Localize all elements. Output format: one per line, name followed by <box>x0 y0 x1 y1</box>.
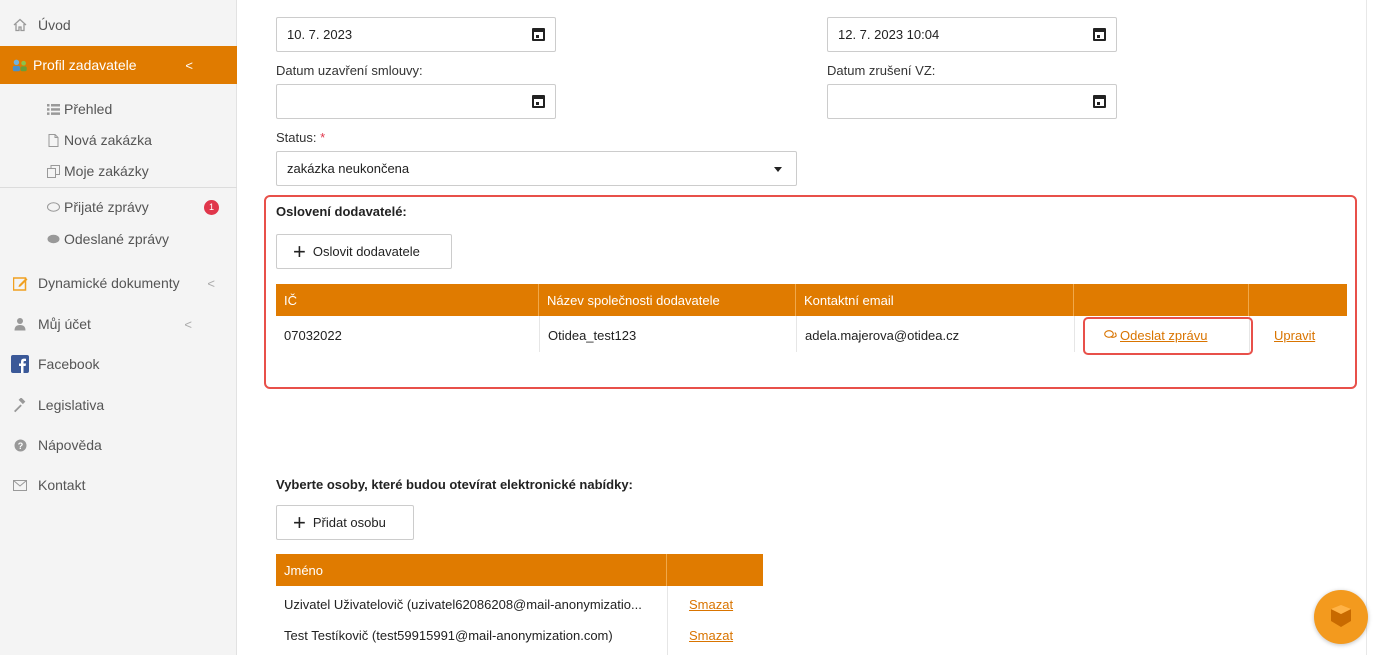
sidebar-item-dynamicke-dokumenty[interactable]: Dynamické dokumenty < <box>0 270 237 296</box>
contract-date-label: Datum uzavření smlouvy: <box>276 63 423 78</box>
openers-table-header: Jméno <box>276 554 763 586</box>
start-date-value: 10. 7. 2023 <box>287 27 353 42</box>
chevron-left-icon: < <box>184 316 192 332</box>
end-date-input[interactable]: 12. 7. 2023 10:04 <box>827 17 1117 52</box>
sidebar-item-label: Nápověda <box>38 437 102 453</box>
sidebar-item-nova-zakazka[interactable]: Nová zakázka <box>0 129 237 151</box>
highlight-suppliers-section <box>264 195 1357 389</box>
column-header-actions <box>667 554 763 586</box>
sidebar-item-label: Úvod <box>38 17 71 33</box>
end-date-value: 12. 7. 2023 10:04 <box>838 27 940 42</box>
plus-icon: + <box>293 509 306 535</box>
file-icon <box>46 133 60 147</box>
calendar-icon[interactable] <box>532 28 545 41</box>
add-person-button[interactable]: + Přidat osobu <box>276 505 414 540</box>
sidebar-item-prijate-zpravy[interactable]: Přijaté zprávy 1 <box>0 196 237 218</box>
sidebar-item-label: Odeslané zprávy <box>64 231 170 247</box>
cancel-date-input[interactable] <box>827 84 1117 119</box>
sidebar-item-napoveda[interactable]: ? Nápověda <box>0 432 237 458</box>
sidebar-item-kontakt[interactable]: Kontakt <box>0 472 237 498</box>
highlight-send-message <box>1083 317 1253 355</box>
edit-icon <box>11 274 29 292</box>
calendar-icon[interactable] <box>1093 28 1106 41</box>
home-icon <box>11 16 29 34</box>
sidebar-item-label: Dynamické dokumenty <box>38 275 180 291</box>
sidebar-item-label: Moje zakázky <box>64 163 149 179</box>
delete-person-link[interactable]: Smazat <box>689 628 733 643</box>
sidebar-item-moje-zakazky[interactable]: Moje zakázky <box>0 160 237 182</box>
list-icon <box>46 102 60 116</box>
calendar-icon[interactable] <box>532 95 545 108</box>
person-name: Uzivatel Uživatelovič (uzivatel62086208@… <box>284 597 642 612</box>
column-divider <box>667 586 668 655</box>
chevron-left-icon: < <box>207 275 215 291</box>
status-label: Status: * <box>276 130 326 145</box>
svg-text:?: ? <box>17 441 23 451</box>
sidebar-item-legislativa[interactable]: Legislativa <box>0 392 237 418</box>
status-select[interactable]: zakázka neukončena <box>276 151 797 186</box>
copy-icon <box>46 164 60 178</box>
add-person-label: Přidat osobu <box>312 515 386 530</box>
unread-badge: 1 <box>204 199 219 215</box>
required-marker: * <box>320 130 326 145</box>
sidebar-item-label: Facebook <box>38 356 100 372</box>
sidebar-item-profil-zadavatele[interactable]: Profil zadavatele < <box>0 46 237 84</box>
sidebar-item-odeslane-zpravy[interactable]: Odeslané zprávy <box>0 228 237 250</box>
sidebar: Úvod Profil zadavatele < Přehled Nová za… <box>0 0 237 655</box>
caret-down-icon <box>774 167 782 172</box>
user-icon <box>11 315 29 333</box>
status-selected-value: zakázka neukončena <box>287 161 410 176</box>
facebook-icon <box>11 355 29 373</box>
start-date-input[interactable]: 10. 7. 2023 <box>276 17 556 52</box>
gavel-icon <box>11 396 29 414</box>
sidebar-divider <box>0 187 237 188</box>
sidebar-item-label: Můj účet <box>38 316 91 332</box>
sidebar-item-label: Kontakt <box>38 477 86 493</box>
chevron-left-icon: < <box>185 57 193 73</box>
sidebar-item-label: Nová zakázka <box>64 132 152 148</box>
main-content: 10. 7. 2023 12. 7. 2023 10:04 Datum uzav… <box>238 0 1378 655</box>
sidebar-item-label: Přijaté zprávy <box>64 199 149 215</box>
comment-icon <box>46 232 60 246</box>
envelope-icon <box>11 476 29 494</box>
sidebar-item-label: Profil zadavatele <box>33 57 137 73</box>
sidebar-item-uvod[interactable]: Úvod <box>0 12 237 38</box>
delete-person-link[interactable]: Smazat <box>689 597 733 612</box>
sidebar-item-prehled[interactable]: Přehled <box>0 98 237 120</box>
profile-icon <box>11 56 29 74</box>
openers-title: Vyberte osoby, které budou otevírat elek… <box>276 477 633 492</box>
sidebar-item-label: Legislativa <box>38 397 105 413</box>
help-chat-button[interactable] <box>1314 590 1368 644</box>
column-header-name: Jméno <box>276 554 667 586</box>
sidebar-item-facebook[interactable]: Facebook <box>0 351 237 377</box>
sidebar-item-muj-ucet[interactable]: Můj účet < <box>0 311 237 337</box>
sidebar-item-label: Přehled <box>64 101 113 117</box>
page-edge <box>1366 0 1367 655</box>
person-name: Test Testíkovič (test59915991@mail-anony… <box>284 628 613 643</box>
cancel-date-label: Datum zrušení VZ: <box>827 63 936 78</box>
comment-outline-icon <box>46 200 60 214</box>
contract-date-input[interactable] <box>276 84 556 119</box>
calendar-icon[interactable] <box>1093 95 1106 108</box>
help-icon: ? <box>11 436 29 454</box>
